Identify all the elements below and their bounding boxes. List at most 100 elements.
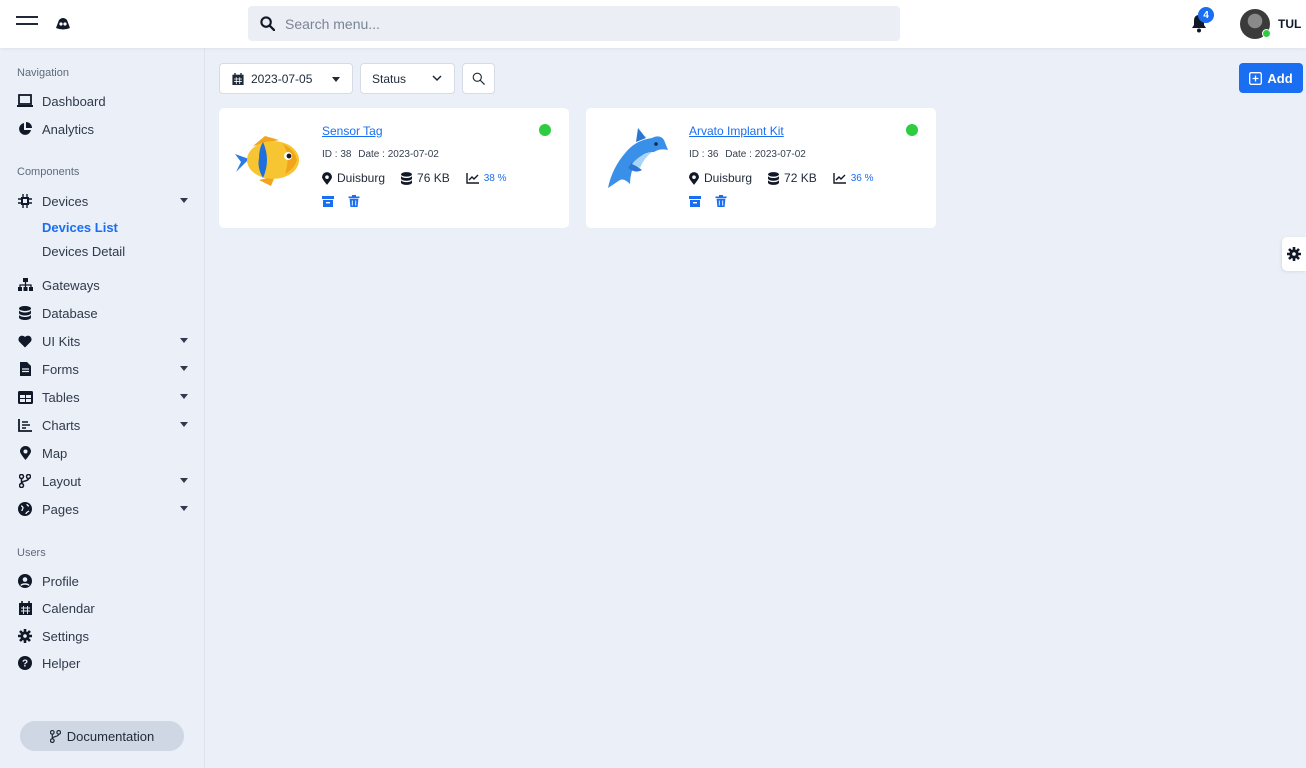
sidebar-item-database[interactable]: Database: [17, 302, 192, 324]
sidebar-item-label: Forms: [42, 361, 79, 377]
tropical-fish-image: [235, 136, 299, 186]
table-icon: [17, 389, 33, 405]
calendar-icon: [232, 72, 244, 85]
sidebar-item-tables[interactable]: Tables: [17, 386, 192, 408]
sidebar-item-label: Dashboard: [42, 93, 106, 109]
sidebar-item-label: Charts: [42, 417, 81, 433]
chart-icon: [17, 417, 33, 433]
settings-panel-toggle[interactable]: [1282, 237, 1306, 271]
device-card: Arvato Implant Kit ID : 36 Date : 2023-0…: [586, 108, 936, 228]
app-logo-icon[interactable]: [54, 14, 72, 32]
sidebar-item-devices[interactable]: Devices: [17, 190, 192, 212]
file-icon: [17, 361, 33, 377]
chevron-down-icon: [180, 338, 188, 343]
sidebar-item-label: Map: [42, 445, 68, 461]
sidebar-item-gateways[interactable]: Gateways: [17, 274, 192, 296]
sitemap-icon: [17, 277, 33, 293]
archive-icon[interactable]: [322, 195, 334, 207]
archive-icon[interactable]: [689, 195, 701, 207]
sidebar-item-label: Calendar: [42, 600, 95, 616]
sidebar-item-settings[interactable]: Settings: [17, 625, 192, 647]
map-pin-icon: [689, 171, 699, 185]
sidebar-item-label: Tables: [42, 389, 80, 405]
map-pin-icon: [322, 171, 332, 185]
branch-icon: [49, 729, 61, 743]
sidebar-item-charts[interactable]: Charts: [17, 414, 192, 436]
map-pin-icon: [17, 445, 33, 461]
trash-icon[interactable]: [715, 195, 727, 207]
chip-icon: [17, 193, 33, 209]
device-location: Duisburg: [704, 171, 753, 185]
device-id: ID : 38: [322, 149, 352, 160]
database-icon: [768, 171, 780, 185]
chevron-down-icon: [180, 506, 188, 511]
device-actions: [322, 195, 374, 207]
device-id: ID : 36: [689, 149, 719, 160]
status-filter-select[interactable]: Status: [360, 63, 455, 94]
device-info: Duisburg 76 KB 38 %: [322, 171, 523, 185]
chevron-down-icon: [432, 75, 442, 82]
caret-down-icon: [332, 77, 340, 82]
branch-icon: [17, 473, 33, 489]
line-chart-icon: [466, 172, 479, 184]
sidebar-item-label: Database: [42, 305, 98, 321]
add-button[interactable]: Add: [1239, 63, 1303, 93]
calendar-icon: [17, 600, 33, 616]
filter-search-button[interactable]: [462, 63, 495, 94]
section-title-navigation: Navigation: [17, 67, 69, 79]
sidebar-item-helper[interactable]: ? Helper: [17, 652, 192, 674]
pie-chart-icon: [17, 121, 33, 137]
device-percent: 36 %: [850, 172, 874, 184]
sidebar-item-map[interactable]: Map: [17, 442, 192, 464]
device-name-link[interactable]: Sensor Tag: [322, 124, 383, 138]
sidebar-item-ui-kits[interactable]: UI Kits: [17, 330, 192, 352]
gear-icon: [17, 628, 33, 644]
search-input[interactable]: [285, 15, 865, 32]
menu-toggle-icon[interactable]: [16, 16, 38, 30]
plus-square-icon: [1249, 71, 1263, 85]
sidebar-item-calendar[interactable]: Calendar: [17, 597, 192, 619]
gear-icon: [1287, 247, 1301, 261]
date-filter-select[interactable]: 2023-07-05: [219, 63, 353, 94]
sidebar-item-dashboard[interactable]: Dashboard: [17, 90, 192, 112]
documentation-button[interactable]: Documentation: [20, 721, 184, 751]
sidebar-item-analytics[interactable]: Analytics: [17, 118, 192, 140]
section-title-components: Components: [17, 166, 80, 178]
sidebar-item-label: Gateways: [42, 277, 100, 293]
device-meta: ID : 38 Date : 2023-07-02: [322, 149, 439, 160]
device-name-link[interactable]: Arvato Implant Kit: [689, 124, 784, 138]
sidebar-item-label: Profile: [42, 573, 79, 589]
sidebar-item-profile[interactable]: Profile: [17, 570, 192, 592]
database-icon: [401, 171, 413, 185]
sidebar-item-label: Analytics: [42, 121, 95, 137]
chevron-down-icon: [180, 198, 188, 203]
search-bar[interactable]: [248, 6, 900, 41]
user-initials[interactable]: TUL: [1278, 17, 1301, 31]
sidebar-item-label: Settings: [42, 628, 89, 644]
sidebar-item-layout[interactable]: Layout: [17, 470, 192, 492]
sidebar-item-forms[interactable]: Forms: [17, 358, 192, 380]
trash-icon[interactable]: [348, 195, 360, 207]
sidebar-item-label: Devices: [42, 193, 89, 209]
sidebar-subitem-devices-detail[interactable]: Devices Detail: [42, 244, 125, 259]
device-date: Date : 2023-07-02: [358, 149, 439, 160]
sidebar-item-label: UI Kits: [42, 333, 81, 349]
chevron-down-icon: [180, 478, 188, 483]
device-card: Sensor Tag ID : 38 Date : 2023-07-02 Dui…: [219, 108, 569, 228]
sidebar-item-pages[interactable]: Pages: [17, 498, 192, 520]
database-icon: [17, 305, 33, 321]
laptop-icon: [17, 93, 33, 109]
dolphin-image: [608, 128, 668, 188]
search-icon: [260, 16, 275, 31]
chevron-down-icon: [180, 394, 188, 399]
device-info: Duisburg 72 KB 36 %: [689, 171, 890, 185]
device-date: Date : 2023-07-02: [725, 149, 806, 160]
globe-icon: [17, 501, 33, 517]
device-location: Duisburg: [337, 171, 386, 185]
user-circle-icon: [17, 573, 33, 589]
status-indicator: [906, 124, 918, 136]
device-size: 76 KB: [417, 171, 450, 185]
search-icon: [472, 72, 485, 85]
section-title-users: Users: [17, 547, 46, 559]
sidebar-subitem-devices-list[interactable]: Devices List: [42, 220, 118, 235]
